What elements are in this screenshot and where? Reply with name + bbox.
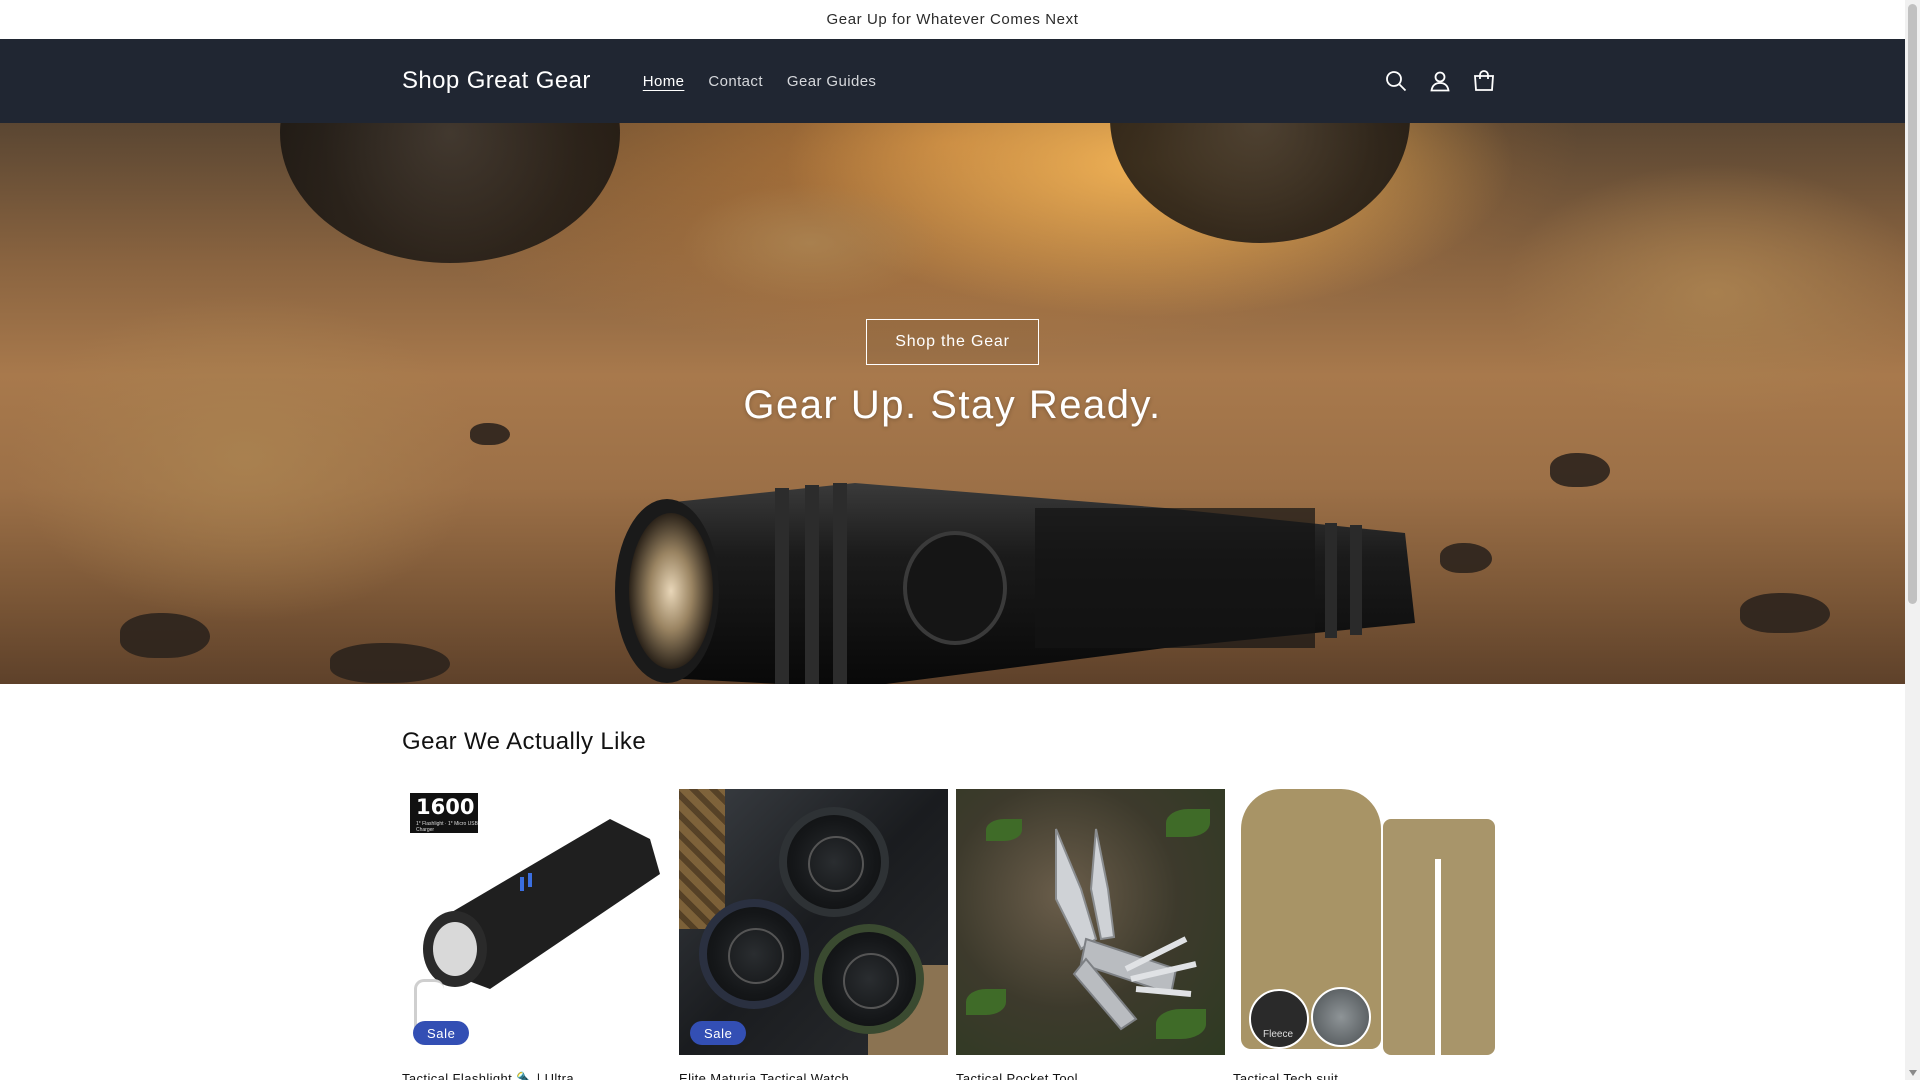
announcement-bar: Gear Up for Whatever Comes Next: [0, 0, 1905, 39]
hero-content: Shop the Gear Gear Up. Stay Ready.: [0, 123, 1905, 684]
hero-banner: Shop the Gear Gear Up. Stay Ready.: [0, 123, 1905, 684]
page: Gear Up for Whatever Comes Next Shop Gre…: [0, 0, 1920, 1080]
product-image-pocket-tool[interactable]: [956, 789, 1225, 1055]
flashlight-product-shape: [423, 819, 660, 989]
search-icon[interactable]: [1383, 68, 1409, 94]
site-header: Shop Great Gear Home Contact Gear Guides: [0, 39, 1905, 123]
nav-item-home[interactable]: Home: [631, 73, 697, 90]
fleece-label: Fleece: [1263, 1029, 1294, 1040]
sale-badge: Sale: [413, 1021, 470, 1045]
fleece-swatch: Fleece: [1249, 989, 1309, 1049]
product-title[interactable]: Tactical Pocket Tool: [956, 1071, 1225, 1080]
nav-item-contact[interactable]: Contact: [696, 73, 775, 90]
sale-badge: Sale: [690, 1021, 747, 1045]
nav-item-gear-guides[interactable]: Gear Guides: [775, 73, 888, 90]
page-scrollbar[interactable]: [1905, 0, 1920, 1080]
waterproof-swatch: [1311, 987, 1371, 1047]
watch-face: [814, 924, 924, 1034]
product-image-tech-suit[interactable]: Fleece: [1233, 789, 1502, 1055]
cart-icon[interactable]: [1471, 68, 1497, 94]
product-image-flashlight[interactable]: 1600 1* Flashlight · 1* Micro USB Charge…: [402, 789, 671, 1055]
multitool-shape: [1055, 828, 1197, 1031]
pants-shape: [1383, 819, 1495, 1055]
announcement-text: Gear Up for Whatever Comes Next: [826, 11, 1079, 28]
product-card-pocket-tool[interactable]: Tactical Pocket Tool: [956, 789, 1225, 1080]
product-card-flashlight[interactable]: 1600 1* Flashlight · 1* Micro USB Charge…: [402, 789, 671, 1080]
product-grid: 1600 1* Flashlight · 1* Micro USB Charge…: [402, 789, 1502, 1080]
product-card-tech-suit[interactable]: Fleece Tactical Tech suit: [1233, 789, 1502, 1080]
featured-section-title: Gear We Actually Like: [402, 728, 647, 755]
shop-the-gear-button[interactable]: Shop the Gear: [866, 319, 1039, 365]
main-nav: Home Contact Gear Guides: [631, 73, 889, 90]
product-title[interactable]: Tactical Flashlight 🔦 | Ultra: [402, 1071, 671, 1080]
logo[interactable]: Shop Great Gear: [402, 67, 591, 95]
product-card-watch[interactable]: Sale Elite Maturia Tactical Watch: [679, 789, 948, 1080]
watch-face: [699, 899, 809, 1009]
hero-title: Gear Up. Stay Ready.: [743, 383, 1162, 427]
scrollbar-thumb[interactable]: [1908, 4, 1917, 604]
product-image-watch[interactable]: Sale: [679, 789, 948, 1055]
header-icons: [1383, 68, 1497, 94]
product-title[interactable]: Elite Maturia Tactical Watch: [679, 1071, 948, 1080]
scroll-down-icon[interactable]: [1909, 1070, 1917, 1076]
account-icon[interactable]: [1427, 68, 1453, 94]
chain-shape: [679, 789, 725, 929]
watch-face: [779, 807, 889, 917]
product-title[interactable]: Tactical Tech suit: [1233, 1071, 1502, 1080]
